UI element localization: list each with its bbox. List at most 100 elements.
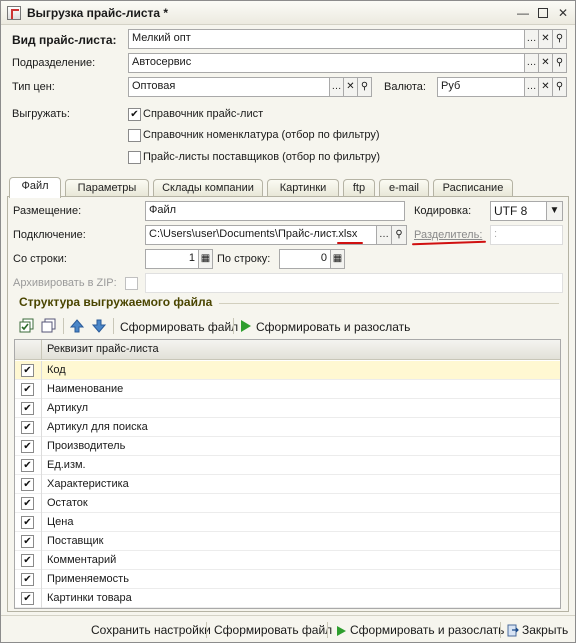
bottom-command-bar: Сохранить настройки Сформировать файл Сф… <box>1 615 575 642</box>
row-requisite-name: Ед.изм. <box>47 459 86 471</box>
placement-label: Размещение: <box>13 205 82 217</box>
tab-warehouses[interactable]: Склады компании <box>153 179 263 197</box>
division-label: Подразделение: <box>12 57 96 69</box>
tab-file[interactable]: Файл <box>9 177 61 198</box>
select-ellipsis-icon[interactable]: … <box>377 225 392 245</box>
table-row[interactable]: Артикул <box>15 399 560 418</box>
row-checkbox[interactable] <box>21 554 34 567</box>
division-field[interactable]: Автосервис <box>128 53 525 73</box>
play-icon[interactable] <box>240 319 252 333</box>
export-option-label: Справочник прайс-лист <box>143 108 264 120</box>
table-row[interactable]: Характеристика <box>15 475 560 494</box>
window-title: Выгрузка прайс-листа * <box>27 6 169 20</box>
from-row-field[interactable]: 1 <box>145 249 199 269</box>
row-checkbox[interactable] <box>21 440 34 453</box>
to-row-field[interactable]: 0 <box>279 249 331 269</box>
check-all-icon[interactable] <box>19 318 35 334</box>
uncheck-all-icon[interactable] <box>41 318 57 334</box>
arrow-down-icon[interactable] <box>91 318 107 334</box>
table-row[interactable]: Картинки товара <box>15 589 560 608</box>
archive-zip-label: Архивировать в ZIP: <box>13 277 117 289</box>
open-search-icon[interactable]: ⚲ <box>553 77 567 97</box>
row-requisite-name: Артикул <box>47 402 89 414</box>
row-checkbox[interactable] <box>21 573 34 586</box>
row-checkbox-cell <box>15 475 42 494</box>
open-search-icon[interactable]: ⚲ <box>553 53 567 73</box>
price-list-export-window: Выгрузка прайс-листа * — ✕ Вид прайс-лис… <box>0 0 576 643</box>
export-option-checkbox[interactable] <box>128 129 141 142</box>
select-ellipsis-icon[interactable]: … <box>525 77 539 97</box>
row-checkbox[interactable] <box>21 421 34 434</box>
open-search-icon[interactable]: ⚲ <box>358 77 372 97</box>
tab-schedule[interactable]: Расписание <box>433 179 513 197</box>
table-row[interactable]: Остаток <box>15 494 560 513</box>
row-checkbox[interactable] <box>21 478 34 491</box>
price-type-field[interactable]: Оптовая <box>128 77 330 97</box>
row-checkbox[interactable] <box>21 535 34 548</box>
export-option-checkbox[interactable] <box>128 151 141 164</box>
encoding-select[interactable]: UTF 8 <box>490 201 547 221</box>
column-header-requisite: Реквизит прайс-листа <box>47 343 159 355</box>
export-label: Выгружать: <box>12 108 70 120</box>
row-requisite-name: Производитель <box>47 440 126 452</box>
calculator-icon[interactable]: ▦ <box>199 249 213 269</box>
play-icon[interactable] <box>336 625 347 637</box>
pricelist-type-label: Вид прайс-листа: <box>12 33 117 47</box>
table-row[interactable]: Наименование <box>15 380 560 399</box>
open-search-icon[interactable]: ⚲ <box>553 29 567 49</box>
currency-field[interactable]: Руб <box>437 77 525 97</box>
table-row[interactable]: Применяемость <box>15 570 560 589</box>
clear-icon[interactable]: ✕ <box>539 29 553 49</box>
row-requisite-name: Артикул для поиска <box>47 421 148 433</box>
tab-parameters[interactable]: Параметры <box>65 179 149 197</box>
export-option-checkbox[interactable] <box>128 108 141 121</box>
table-row[interactable]: Поставщик <box>15 532 560 551</box>
row-checkbox[interactable] <box>21 459 34 472</box>
tab-email[interactable]: e-mail <box>379 179 429 197</box>
close-icon[interactable]: ✕ <box>556 6 570 20</box>
clear-icon[interactable]: ✕ <box>539 53 553 73</box>
table-row[interactable]: Комментарий <box>15 551 560 570</box>
table-row[interactable]: Артикул для поиска <box>15 418 560 437</box>
clear-icon[interactable]: ✕ <box>539 77 553 97</box>
row-checkbox[interactable] <box>21 497 34 510</box>
tab-ftp[interactable]: ftp <box>343 179 375 197</box>
clear-icon[interactable]: ✕ <box>344 77 358 97</box>
row-requisite-name: Наименование <box>47 383 124 395</box>
arrow-up-icon[interactable] <box>69 318 85 334</box>
price-type-label: Тип цен: <box>12 81 55 93</box>
open-search-icon[interactable]: ⚲ <box>392 225 407 245</box>
chevron-down-icon[interactable]: ▼ <box>547 201 563 221</box>
divider <box>206 622 207 638</box>
select-ellipsis-icon[interactable]: … <box>330 77 344 97</box>
row-checkbox[interactable] <box>21 592 34 605</box>
generate-file-button[interactable]: Сформировать файл <box>120 320 238 334</box>
maximize-icon[interactable] <box>536 6 550 20</box>
connection-label: Подключение: <box>13 229 86 241</box>
row-checkbox[interactable] <box>21 516 34 529</box>
generate-and-send-button[interactable]: Сформировать и разослать <box>256 320 410 334</box>
tab-pictures[interactable]: Картинки <box>267 179 339 197</box>
table-row[interactable]: Цена <box>15 513 560 532</box>
calculator-icon[interactable]: ▦ <box>331 249 345 269</box>
close-door-icon[interactable] <box>506 624 519 637</box>
table-row[interactable]: Ед.изм. <box>15 456 560 475</box>
close-button[interactable]: Закрыть <box>522 623 568 637</box>
currency-label: Валюта: <box>384 81 426 93</box>
save-settings-button[interactable]: Сохранить настройки <box>91 623 211 637</box>
table-row[interactable]: Код <box>15 361 560 380</box>
select-ellipsis-icon[interactable]: … <box>525 53 539 73</box>
row-checkbox[interactable] <box>21 383 34 396</box>
row-checkbox[interactable] <box>21 364 34 377</box>
minimize-icon[interactable]: — <box>516 6 530 20</box>
generate-and-send-button[interactable]: Сформировать и разослать <box>350 623 504 637</box>
placement-field[interactable]: Файл <box>145 201 405 221</box>
pricelist-type-field[interactable]: Мелкий опт <box>128 29 525 49</box>
row-checkbox[interactable] <box>21 402 34 415</box>
table-row[interactable]: Производитель <box>15 437 560 456</box>
checkbox-column-header <box>15 340 42 360</box>
toolbar-separator <box>63 318 64 334</box>
toolbar-separator <box>233 318 234 334</box>
generate-file-button[interactable]: Сформировать файл <box>214 623 332 637</box>
select-ellipsis-icon[interactable]: … <box>525 29 539 49</box>
